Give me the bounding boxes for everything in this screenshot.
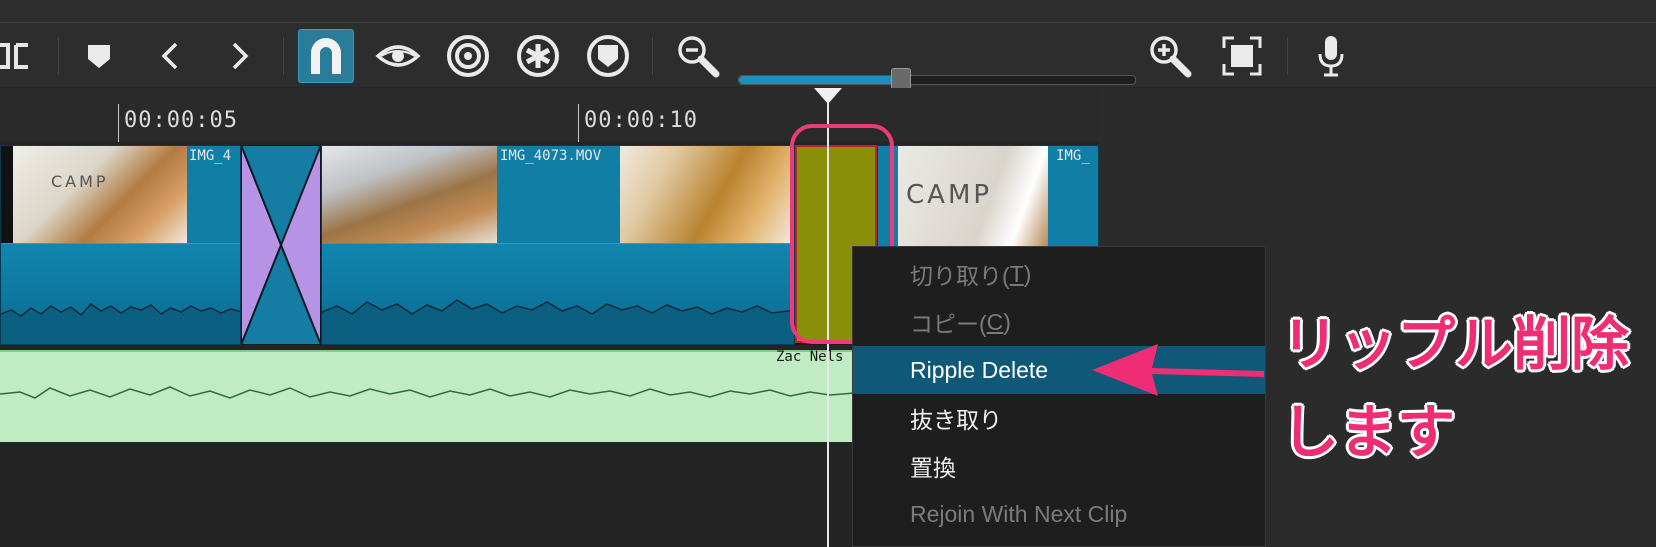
annotation-line-2: します xyxy=(1281,398,1456,466)
toolbar-separator xyxy=(1287,37,1288,75)
ruler-tick-label: 00:00:05 xyxy=(124,108,238,133)
menu-item-label: 切り取り( xyxy=(910,263,1010,289)
toolbar-separator xyxy=(283,37,284,75)
menu-item-label: 抜き取り xyxy=(910,407,1002,433)
zoom-slider-handle[interactable] xyxy=(891,68,912,90)
menu-item-rejoin[interactable]: Rejoin With Next Clip xyxy=(853,490,1265,538)
annotation-arrow xyxy=(1090,338,1266,407)
video-clip[interactable]: CAMP IMG_4 xyxy=(0,145,241,345)
audio-clip[interactable] xyxy=(0,350,855,442)
partial-tool-icon[interactable] xyxy=(0,29,42,83)
menu-item-mnemonic: T xyxy=(1009,260,1024,287)
menu-item-label: コピー( xyxy=(910,311,987,337)
next-icon[interactable] xyxy=(212,29,268,83)
transition-clip[interactable] xyxy=(241,145,321,345)
record-audio-icon[interactable] xyxy=(1303,29,1359,83)
menu-item-replace[interactable]: 置換 xyxy=(853,442,1265,490)
clip-label: IMG_ xyxy=(1056,148,1090,164)
ripple-target-icon[interactable] xyxy=(440,29,496,83)
zoom-in-icon[interactable] xyxy=(1142,29,1198,83)
menu-item-label-suffix: ) xyxy=(1023,260,1032,287)
ruler-tick xyxy=(578,104,579,142)
timeline-toolbar xyxy=(0,23,1656,90)
thumbnail-text: CAMP xyxy=(51,172,109,191)
snap-magnet-icon[interactable] xyxy=(298,29,354,83)
menu-item-label-suffix: ) xyxy=(1003,308,1011,335)
time-ruler[interactable]: 00:00:05 00:00:10 xyxy=(0,88,1099,142)
clip-thumbnail: CAMP xyxy=(1,146,187,246)
zoom-slider[interactable] xyxy=(738,68,1136,90)
zoom-out-icon[interactable] xyxy=(670,29,726,83)
window-top-strip xyxy=(0,0,1656,23)
clip-thumbnail xyxy=(322,146,497,246)
zoom-slider-fill xyxy=(739,76,902,84)
toolbar-separator xyxy=(58,37,59,75)
toolbar-separator xyxy=(652,37,653,75)
marker-icon[interactable] xyxy=(71,29,127,83)
annotation-line-1: リップル削除 xyxy=(1281,310,1630,378)
video-clip[interactable]: IMG_4073.MOV xyxy=(321,145,795,345)
clip-thumbnail: CAMP xyxy=(898,146,1048,246)
previous-icon[interactable] xyxy=(142,29,198,83)
clip-thumbnail xyxy=(620,146,794,246)
clip-waveform xyxy=(1,243,240,344)
menu-item-label: 置換 xyxy=(910,455,956,481)
menu-item-cut[interactable]: 切り取り(T) xyxy=(853,250,1265,298)
thumbnail-text: CAMP xyxy=(906,180,993,210)
annotation-text: リップル削除 します xyxy=(1281,300,1653,476)
menu-item-label: Rejoin With Next Clip xyxy=(910,500,1128,527)
ripple-markers-icon[interactable] xyxy=(580,29,636,83)
ruler-tick xyxy=(118,104,119,142)
ripple-all-tracks-icon[interactable] xyxy=(510,29,566,83)
clip-label: IMG_4073.MOV xyxy=(500,148,602,164)
menu-item-label: Ripple Delete xyxy=(910,356,1049,383)
scrub-eye-icon[interactable] xyxy=(370,29,426,83)
menu-item-mnemonic: C xyxy=(986,308,1004,335)
ruler-tick-label: 00:00:10 xyxy=(584,108,698,133)
audio-clip-label: Zac Nels xyxy=(776,349,844,365)
clip-waveform xyxy=(322,243,794,344)
zoom-fit-icon[interactable] xyxy=(1214,29,1270,83)
clip-label: IMG_4 xyxy=(189,148,232,164)
